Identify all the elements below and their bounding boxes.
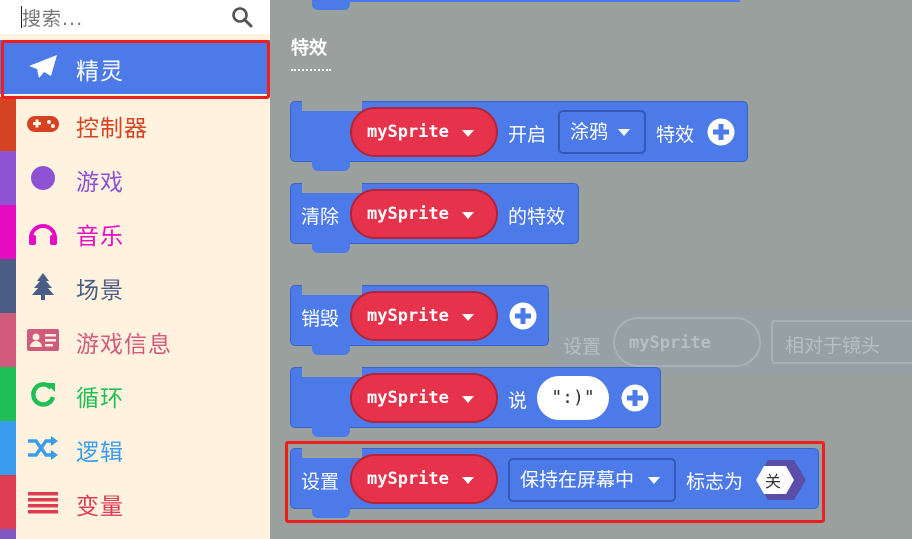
block-notch — [302, 367, 362, 377]
category-color-strip — [0, 529, 16, 539]
block-partial-edge — [350, 0, 740, 2]
id-card-icon — [27, 329, 59, 351]
section-title: 特效 — [291, 38, 327, 59]
effect-dropdown[interactable]: 涂鸦 — [558, 110, 646, 154]
search-icon[interactable] — [231, 6, 253, 28]
category-color-strip — [0, 313, 16, 367]
block-label: 特效 — [656, 124, 695, 146]
category-color-strip — [0, 205, 16, 259]
plus-circle-icon[interactable] — [706, 117, 736, 147]
category-music[interactable]: 音乐 — [0, 205, 270, 259]
block-tab — [312, 427, 350, 437]
chevron-down-icon — [462, 396, 474, 403]
sprite-dropdown[interactable]: mySprite — [350, 373, 498, 423]
category-game[interactable]: 游戏 — [0, 151, 270, 205]
block-partial[interactable] — [312, 0, 350, 10]
block-label: 开启 — [508, 124, 547, 146]
chevron-down-icon — [462, 130, 474, 137]
plus-circle-icon[interactable] — [508, 301, 538, 331]
category-label: 游戏 — [76, 170, 124, 196]
sprite-dropdown[interactable]: mySprite — [350, 107, 498, 157]
category-label: 循环 — [76, 386, 124, 412]
block-notch — [302, 183, 362, 193]
effect-dropdown-label: 涂鸦 — [570, 121, 609, 143]
category-variables[interactable]: 变量 — [0, 475, 270, 529]
sprite-dropdown-label: mySprite — [367, 204, 449, 224]
category-controller[interactable]: 控制器 — [0, 97, 270, 151]
plus-circle-icon[interactable] — [620, 383, 650, 413]
list-icon — [28, 492, 58, 514]
block-label: 的特效 — [508, 206, 566, 228]
category-color-strip — [0, 475, 16, 529]
sprite-dropdown[interactable]: mySprite — [350, 189, 498, 239]
category-scene[interactable]: 场景 — [0, 259, 270, 313]
headphones-icon — [29, 224, 57, 245]
sprite-dropdown-label: mySprite — [367, 306, 449, 326]
block-label: 清除 — [301, 206, 340, 228]
tree-icon — [32, 273, 54, 300]
block-tab — [312, 243, 350, 253]
category-color-strip — [0, 97, 16, 151]
ghost-block-label: 设置 — [563, 336, 602, 358]
text-input[interactable]: ":)" — [537, 376, 609, 420]
category-color-strip — [0, 421, 16, 475]
section-underline — [291, 69, 331, 71]
search-input[interactable]: 搜索... — [22, 4, 83, 31]
shuffle-icon — [28, 436, 58, 460]
category-color-strip — [0, 259, 16, 313]
category-label: 游戏信息 — [76, 332, 172, 358]
highlight-box-category — [1, 40, 270, 99]
category-color-strip — [0, 367, 16, 421]
category-color-strip — [0, 151, 16, 205]
sprite-dropdown-label: mySprite — [367, 122, 449, 142]
category-label: 逻辑 — [76, 440, 124, 466]
ghost-dropdown-label: 相对于镜头 — [785, 335, 881, 357]
highlight-box-block — [285, 441, 825, 523]
category-label: 音乐 — [76, 224, 124, 250]
block-notch — [302, 101, 362, 111]
refresh-icon — [31, 382, 56, 407]
search-box[interactable]: 搜索... — [0, 0, 270, 34]
block-label: 销毁 — [301, 308, 340, 330]
chevron-down-icon — [462, 314, 474, 321]
gamepad-icon — [27, 116, 59, 132]
category-game-info[interactable]: 游戏信息 — [0, 313, 270, 367]
sprite-dropdown[interactable]: mySprite — [350, 291, 498, 341]
category-label: 场景 — [76, 278, 124, 304]
sprite-dropdown-label: mySprite — [367, 388, 449, 408]
category-label: 变量 — [76, 494, 124, 520]
chevron-down-icon — [462, 212, 474, 219]
category-label: 控制器 — [76, 116, 148, 142]
block-notch — [302, 285, 362, 295]
ghost-sprite-label: mySprite — [629, 333, 711, 353]
circle-icon — [31, 166, 55, 190]
block-tab — [312, 345, 350, 355]
category-loops[interactable]: 循环 — [0, 367, 270, 421]
chevron-down-icon — [618, 129, 630, 136]
block-tab — [312, 161, 350, 171]
category-logic[interactable]: 逻辑 — [0, 421, 270, 475]
text-caret — [21, 6, 22, 28]
block-label: 说 — [508, 390, 528, 412]
